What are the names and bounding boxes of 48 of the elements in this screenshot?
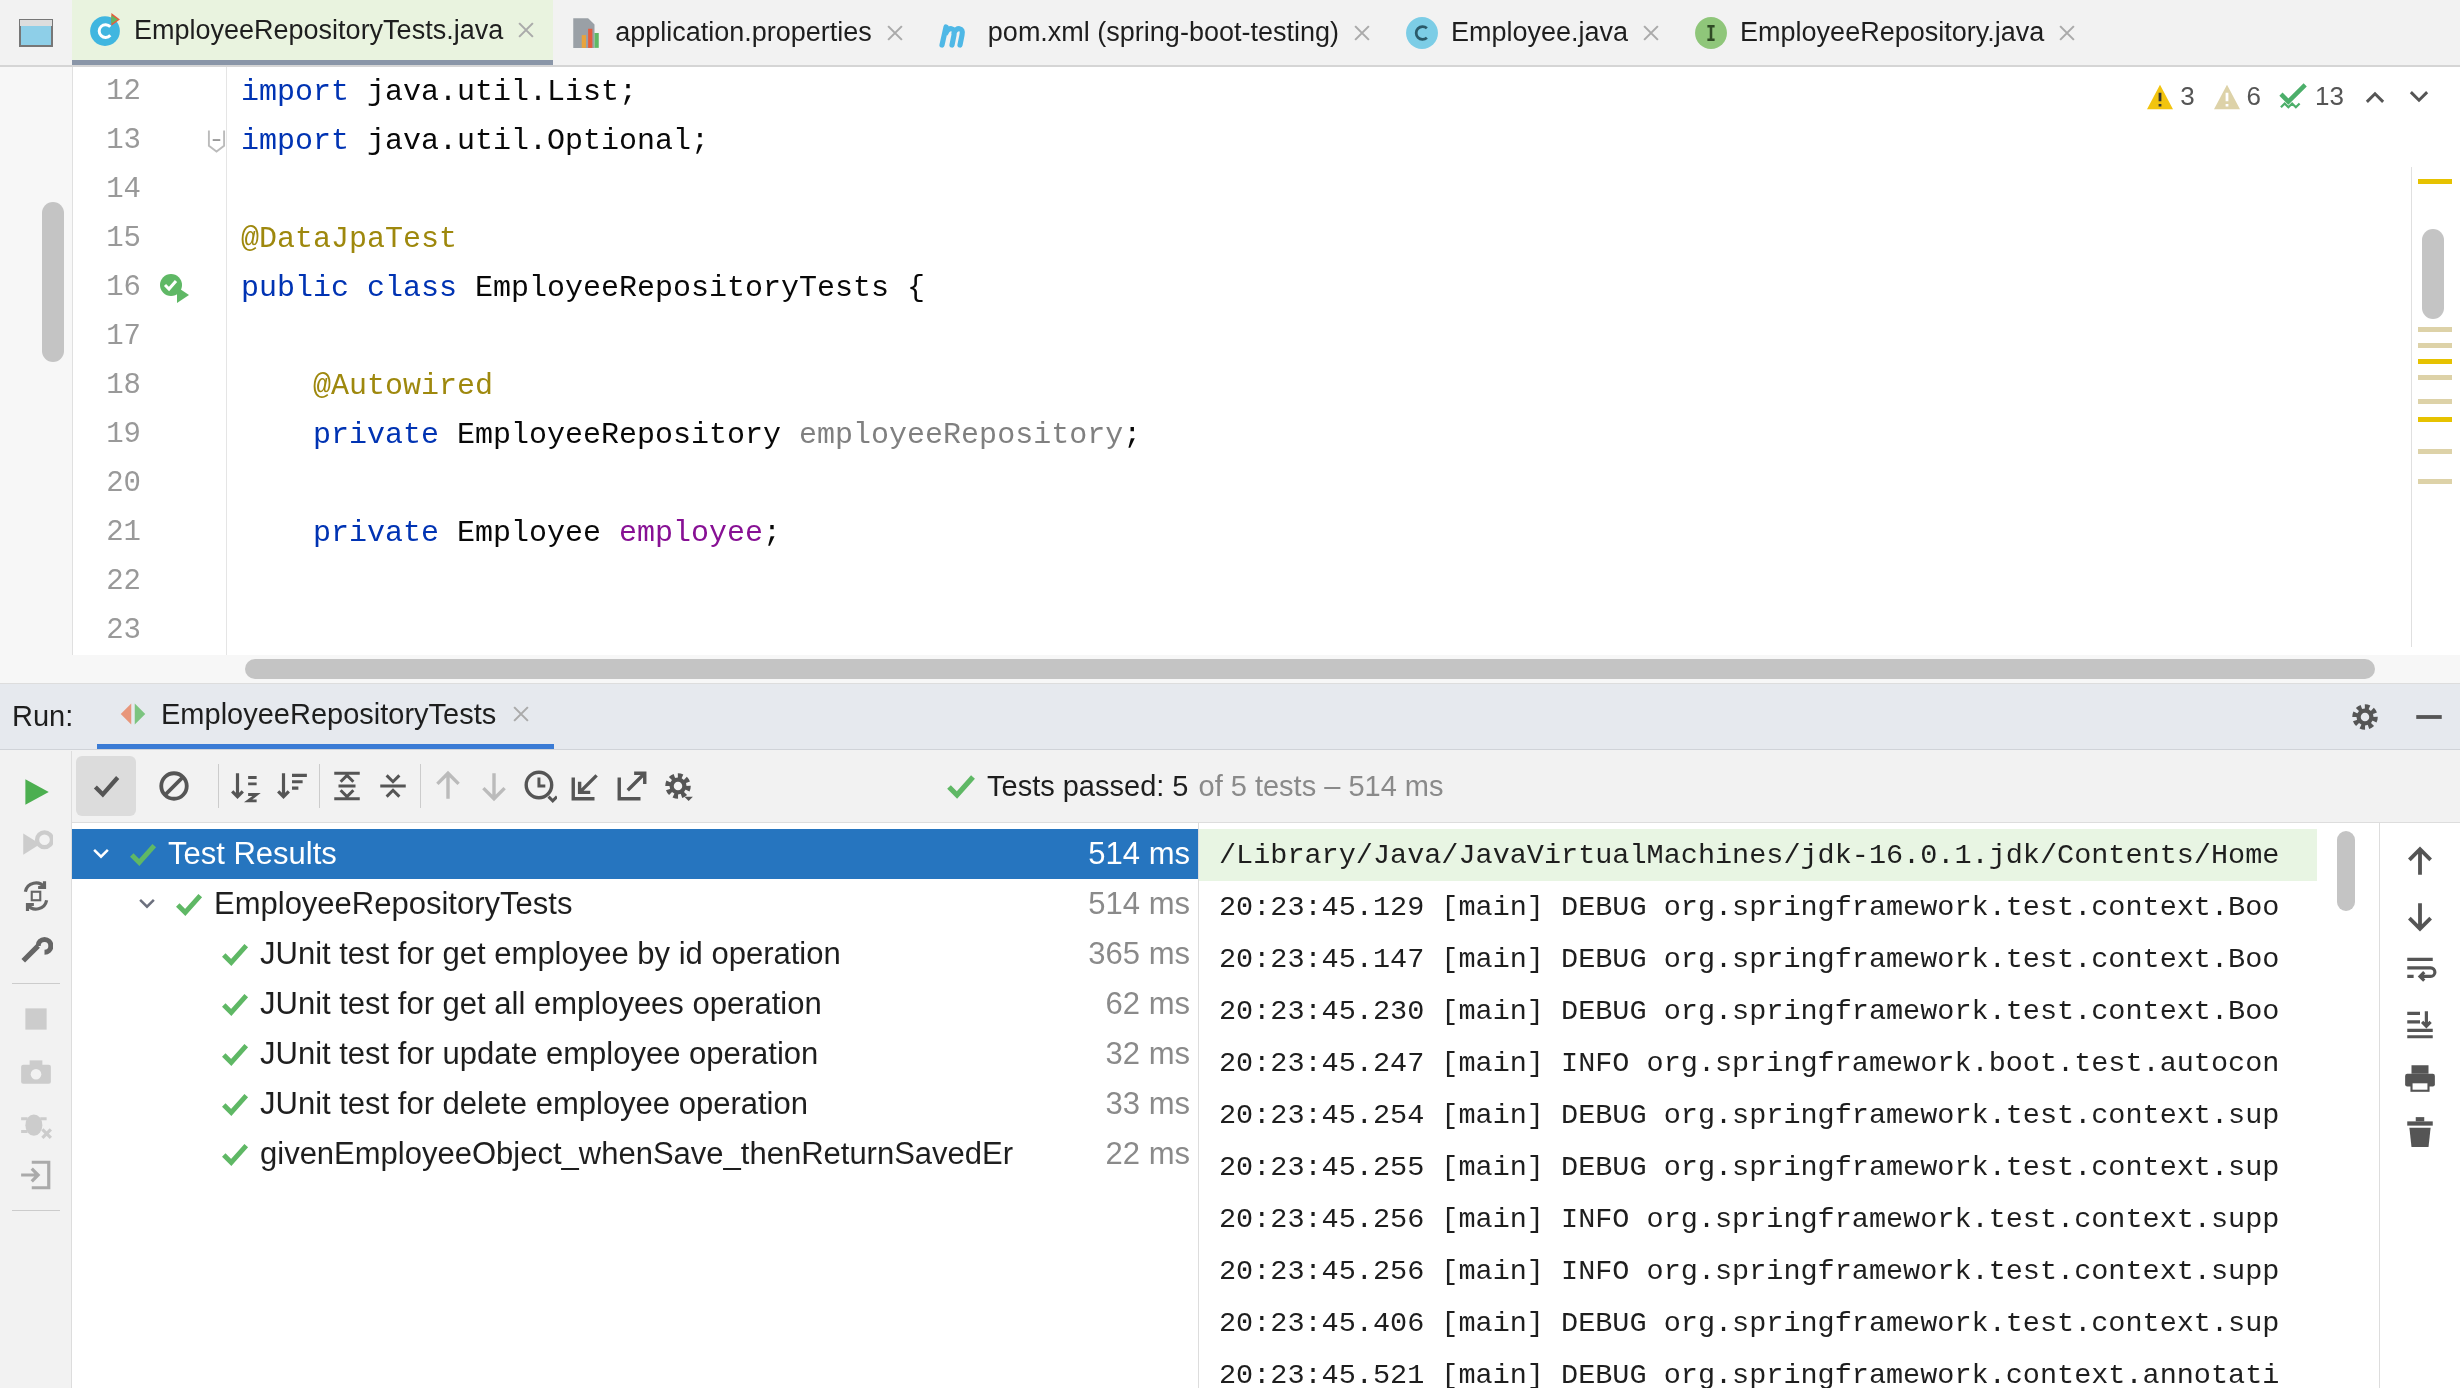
inspection-count[interactable]: 13 <box>2315 81 2344 112</box>
line-number: 12 <box>105 75 141 108</box>
line-number: 21 <box>105 516 141 549</box>
line-number: 14 <box>105 173 141 206</box>
console-log-line: 20:23:45.256 [main] INFO org.springframework.test.context.supp <box>1219 1202 2280 1236</box>
tests-passed-status: Tests passed: 5 <box>987 769 1189 803</box>
test-tree-row[interactable]: JUnit test for get employee by id operation 365 ms <box>72 929 1198 979</box>
code-line: private EmployeeRepository employeeRepository; <box>313 417 1142 452</box>
line-number: 19 <box>105 418 141 451</box>
console-log-line: 20:23:45.129 [main] DEBUG org.springframework.test.context.Boo <box>1219 890 2280 924</box>
line-number: 13 <box>105 124 141 157</box>
tests-summary: of 5 tests – 514 ms <box>1198 769 1444 803</box>
test-tree-row[interactable]: JUnit test for update employee operation 32 ms <box>72 1029 1198 1079</box>
editor-tab[interactable]: EmployeeRepositoryTests.java <box>72 0 554 65</box>
code-line: @Autowired <box>313 368 494 403</box>
editor-tab[interactable]: EmployeeRepository.java <box>1678 0 2095 65</box>
console-log-line: 20:23:45.256 [main] INFO org.springframework.test.context.supp <box>1219 1254 2280 1288</box>
console-command: /Library/Java/JavaVirtualMachines/jdk-16.0.1.jdk/Contents/Home <box>1219 838 2280 872</box>
editor-tab[interactable]: application.properties <box>553 0 922 65</box>
console-log-line: 20:23:45.254 [main] DEBUG org.springframework.test.context.sup <box>1219 1098 2280 1132</box>
console-log-line: 20:23:45.247 [main] INFO org.springframework.boot.test.autocon <box>1219 1046 2280 1080</box>
test-tree-row[interactable]: JUnit test for get all employees operation 62 ms <box>72 979 1198 1029</box>
test-tree-row[interactable]: givenEmployeeObject_whenSave_thenReturnSavedEr 22 ms <box>72 1129 1198 1179</box>
line-number: 16 <box>105 271 141 304</box>
console-log-line: 20:23:45.255 [main] DEBUG org.springframework.test.context.sup <box>1219 1150 2280 1184</box>
line-number: 23 <box>105 614 141 647</box>
console-log-line: 20:23:45.406 [main] DEBUG org.springframework.test.context.sup <box>1219 1306 2280 1340</box>
inspection-count[interactable]: 3 <box>2180 81 2195 112</box>
editor-tab[interactable]: Employee.java <box>1388 0 1679 65</box>
test-tree-row[interactable]: Test Results 514 ms <box>72 829 1198 879</box>
run-label: Run: <box>11 700 75 733</box>
code-line: @DataJpaTest <box>241 221 458 256</box>
code-line: private Employee employee; <box>313 515 782 550</box>
code-line: import java.util.Optional; <box>241 123 710 158</box>
console-log-line: 20:23:45.230 [main] DEBUG org.springframework.test.context.Boo <box>1219 994 2280 1028</box>
code-line: import java.util.List; <box>241 74 638 109</box>
inspection-count[interactable]: 6 <box>2246 81 2262 112</box>
console-log-line: 20:23:45.147 [main] DEBUG org.springframework.test.context.Boo <box>1219 942 2280 976</box>
line-number: 20 <box>105 467 141 500</box>
line-number: 15 <box>105 222 141 255</box>
editor-tab[interactable]: pom.xml (spring-boot-testing) <box>921 0 1389 65</box>
line-number: 17 <box>105 320 141 353</box>
console-log-line: 20:23:45.521 [main] DEBUG org.springframework.context.annotati <box>1219 1358 2280 1388</box>
test-tree-row[interactable]: EmployeeRepositoryTests 514 ms <box>72 879 1198 929</box>
code-line: public class EmployeeRepositoryTests { <box>241 270 926 305</box>
test-tree-row[interactable]: JUnit test for delete employee operation 33 ms <box>72 1079 1198 1129</box>
line-number: 18 <box>105 369 141 402</box>
line-number: 22 <box>105 565 141 598</box>
